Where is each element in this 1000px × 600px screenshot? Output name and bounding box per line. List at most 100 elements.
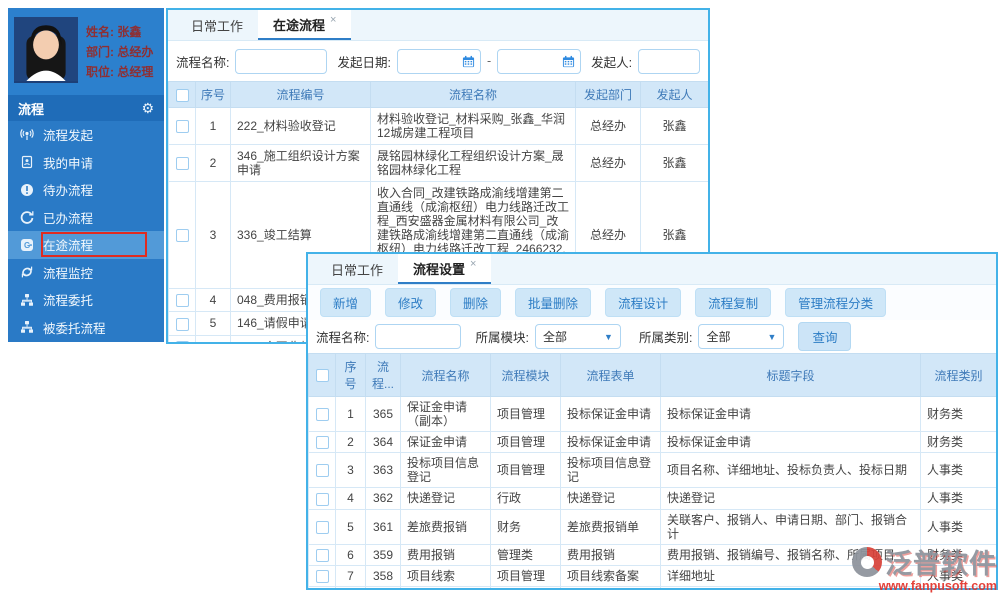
toolbar-button[interactable]: 新增 xyxy=(320,288,372,317)
sidebar-menu-header: 流程 ⚙ xyxy=(8,95,164,121)
row-checkbox[interactable] xyxy=(315,492,329,506)
sidebar-item-my-applications[interactable]: 我的申请 xyxy=(8,149,164,177)
sidebar-item-flow-monitor[interactable]: 流程监控 xyxy=(8,259,164,287)
sidebar-item-in-transit-flows[interactable]: G 在途流程 xyxy=(8,231,164,259)
row-checkbox[interactable] xyxy=(315,520,329,534)
row-checkbox[interactable] xyxy=(315,436,329,450)
user-dept: 部门: 总经办 xyxy=(86,44,154,59)
row-checkbox[interactable] xyxy=(315,408,329,422)
sidebar-item-flow-start[interactable]: 流程发起 xyxy=(8,121,164,149)
sidebar-item-label: 流程委托 xyxy=(43,294,94,309)
calendar-icon[interactable] xyxy=(562,55,575,68)
tab-daily-work[interactable]: 日常工作 xyxy=(316,254,398,284)
flow-category-cell: 财务类 xyxy=(920,396,996,432)
calendar-icon[interactable] xyxy=(462,55,475,68)
column-header: 流程名称 xyxy=(400,353,491,397)
sidebar-item-label: 我的申请 xyxy=(43,156,94,171)
table-row[interactable]: 1 365 保证金申请（副本） 项目管理 投标保证金申请 投标保证金申请 财务类 xyxy=(308,396,996,432)
start-date-label: 发起日期: xyxy=(337,55,391,70)
row-checkbox[interactable] xyxy=(175,157,189,171)
window2-tabbar: 日常工作 流程设置 × xyxy=(308,254,996,285)
initiator-input[interactable] xyxy=(638,48,700,74)
toolbar-button[interactable]: 管理流程分类 xyxy=(785,288,887,317)
seq-cell: 4 xyxy=(335,487,366,510)
sidebar-item-pending-flows[interactable]: 待办流程 xyxy=(8,176,164,204)
column-header: 序号 xyxy=(195,81,231,108)
seq-cell: 4 xyxy=(195,287,231,313)
title-fields-cell: 关联客户、报销人、申请日期、部门、报销合计 xyxy=(660,508,921,545)
toolbar-button[interactable]: 流程设计 xyxy=(605,288,682,317)
seq-cell: 8 xyxy=(335,586,366,588)
row-checkbox-cell xyxy=(168,107,196,145)
flow-number-cell: 361 xyxy=(365,508,401,545)
start-date-to-input[interactable] xyxy=(503,54,560,68)
flow-module-cell: 项目管理 xyxy=(490,564,561,588)
close-icon[interactable]: × xyxy=(470,258,476,270)
table-row[interactable]: 3 363 投标项目信息登记 项目管理 投标项目信息登记 项目名称、详细地址、投… xyxy=(308,452,996,489)
row-checkbox[interactable] xyxy=(175,229,189,243)
sidebar-item-delegated-flows[interactable]: 被委托流程 xyxy=(8,314,164,342)
category-select[interactable]: 全部 ▼ xyxy=(698,324,785,349)
flow-name-input[interactable] xyxy=(235,48,328,74)
initiator-label: 发起人: xyxy=(591,55,633,70)
flow-form-cell: 差旅费报销单 xyxy=(560,508,661,545)
flow-name-input[interactable] xyxy=(375,324,462,349)
seq-cell: 1 xyxy=(195,107,231,145)
sync-icon xyxy=(19,265,34,280)
row-checkbox[interactable] xyxy=(315,570,329,584)
user-profile: 姓名: 张鑫 部门: 总经办 职位: 总经理 xyxy=(8,8,164,95)
flow-module-cell: 项目管理 xyxy=(490,396,561,432)
flow-name-cell: 差旅费报销 xyxy=(400,508,491,545)
row-checkbox[interactable] xyxy=(175,340,189,342)
row-checkbox[interactable] xyxy=(315,464,329,478)
table-row[interactable]: 4 362 快递登记 行政 快递登记 快递登记 人事类 xyxy=(308,487,996,510)
flow-name-cell: 保证金申请（副本） xyxy=(400,396,491,432)
module-select[interactable]: 全部 ▼ xyxy=(534,324,621,349)
sidebar-item-flow-delegate[interactable]: 流程委托 xyxy=(8,286,164,314)
start-date-to-field[interactable] xyxy=(497,48,582,74)
flow-number-cell: 364 xyxy=(365,430,401,454)
column-header: 流程名称 xyxy=(370,81,576,108)
exclamation-icon xyxy=(19,182,34,197)
tab-daily-work[interactable]: 日常工作 xyxy=(176,10,258,40)
tab-flow-settings[interactable]: 流程设置 × xyxy=(398,254,492,284)
select-all-checkbox[interactable] xyxy=(315,369,329,383)
column-header: 流程... xyxy=(365,353,401,397)
fanpu-logo-icon xyxy=(852,546,882,577)
select-all-checkbox[interactable] xyxy=(175,88,189,102)
start-date-from-input[interactable] xyxy=(402,54,459,68)
seq-cell: 1 xyxy=(335,396,366,432)
user-name: 姓名: 张鑫 xyxy=(86,24,142,39)
row-checkbox[interactable] xyxy=(175,294,189,308)
table-row[interactable]: 1 222_材料验收登记 材料验收登记_材料采购_张鑫_华润12城房建工程项目 … xyxy=(168,107,708,145)
table-row[interactable]: 2 364 保证金申请 项目管理 投标保证金申请 投标保证金申请 财务类 xyxy=(308,430,996,454)
sidebar: 姓名: 张鑫 部门: 总经办 职位: 总经理 流程 ⚙ 流程发起 我的申请 待办… xyxy=(8,8,164,342)
g-badge-icon: G xyxy=(19,237,34,252)
row-checkbox-cell xyxy=(308,430,336,454)
flow-number-cell: 359 xyxy=(365,543,401,566)
tab-in-transit-flows[interactable]: 在途流程 × xyxy=(258,10,352,40)
flow-form-cell: 费用报销 xyxy=(560,586,661,588)
row-checkbox[interactable] xyxy=(175,317,189,331)
window1-filter-bar: 流程名称: 发起日期: - 发起人: xyxy=(168,41,708,81)
flow-form-cell: 投标项目信息登记 xyxy=(560,452,661,489)
flow-module-cell: 行政 xyxy=(490,487,561,510)
title-fields-cell: 项目名称、详细地址、投标负责人、投标日期 xyxy=(660,452,921,489)
table-row[interactable]: 5 361 差旅费报销 财务 差旅费报销单 关联客户、报销人、申请日期、部门、报… xyxy=(308,508,996,545)
start-date-from-field[interactable] xyxy=(396,48,481,74)
search-button[interactable]: 查询 xyxy=(798,322,852,351)
sidebar-item-done-flows[interactable]: 已办流程 xyxy=(8,204,164,232)
row-checkbox[interactable] xyxy=(175,120,189,134)
watermark-brand: 泛普软件 xyxy=(885,549,997,579)
row-checkbox[interactable] xyxy=(315,548,329,562)
toolbar-button[interactable]: 流程复制 xyxy=(695,288,772,317)
row-checkbox-cell xyxy=(168,144,196,182)
gear-icon[interactable]: ⚙ xyxy=(141,100,154,117)
table-header-row: 序号 流程... 流程名称 流程模块 流程表单 标题字段 流程类别 xyxy=(308,353,996,397)
toolbar-button[interactable]: 删除 xyxy=(450,288,502,317)
table-row[interactable]: 2 346_施工组织设计方案申请 晟铭园林绿化工程组织设计方案_晟铭园林绿化工程… xyxy=(168,144,708,182)
close-icon[interactable]: × xyxy=(330,14,336,26)
window2-filter-bar: 流程名称: 所属模块: 全部 ▼ 所属类别: 全部 ▼ 查询 xyxy=(308,320,996,353)
toolbar-button[interactable]: 修改 xyxy=(385,288,437,317)
toolbar-button[interactable]: 批量删除 xyxy=(515,288,592,317)
